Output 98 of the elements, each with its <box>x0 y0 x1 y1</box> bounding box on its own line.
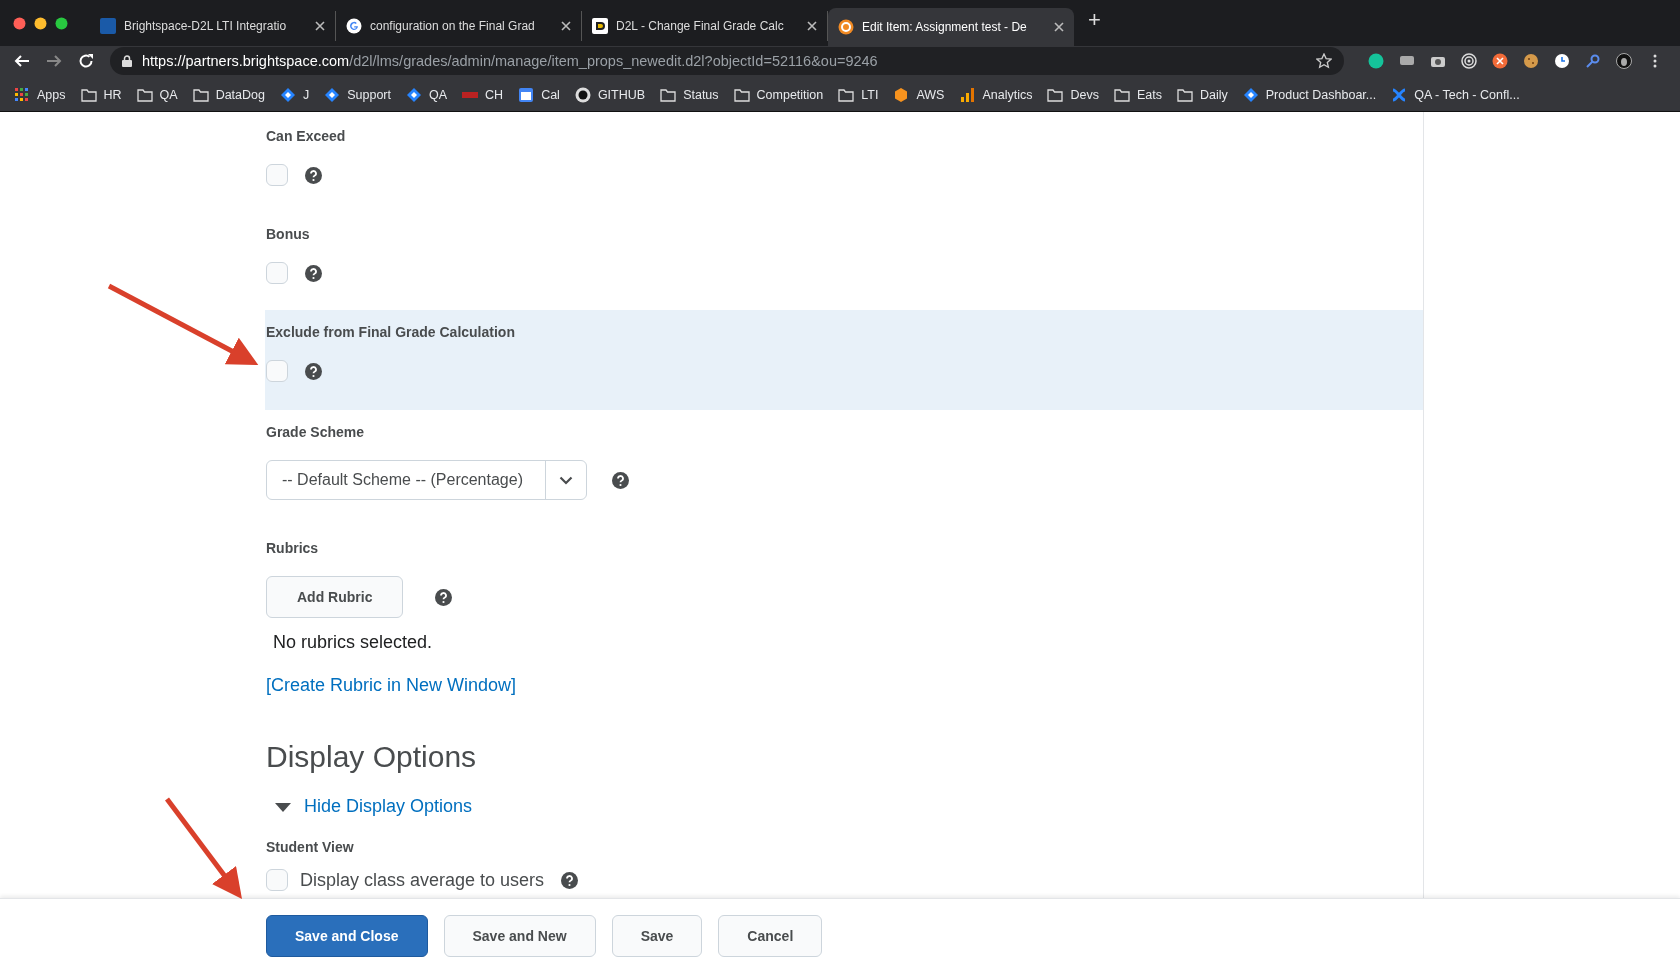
bookmark[interactable]: Daily <box>1176 86 1228 103</box>
dropdown[interactable]: -- Default Scheme -- (Percentage) <box>266 460 587 500</box>
browser-tab[interactable]: D2L - Change Final Grade Calc <box>582 11 828 41</box>
bookmark[interactable]: Apps <box>14 86 66 103</box>
help-icon <box>612 471 629 489</box>
window-control-icon <box>13 16 26 30</box>
help-icon <box>435 588 453 606</box>
diamond-icon <box>406 86 422 103</box>
calendar-icon <box>518 86 535 103</box>
field-label: Exclude from Final Grade Calculation <box>266 324 516 340</box>
checkbox[interactable] <box>266 262 288 284</box>
folder-icon <box>838 86 855 103</box>
close-icon <box>561 21 571 31</box>
tab-title: Brightspace-D2L LTI Integratio <box>124 19 288 33</box>
cube-icon <box>893 86 910 103</box>
browser-tab[interactable]: configuration on the Final Grad <box>336 11 582 41</box>
star-icon <box>1316 53 1332 69</box>
footer-button[interactable]: Save and Close <box>266 915 428 957</box>
bookmark[interactable]: Cal <box>518 86 560 103</box>
browser-tab[interactable]: Brightspace-D2L LTI Integratio <box>90 11 336 41</box>
bookmark[interactable]: Status <box>660 86 719 103</box>
close-icon <box>807 21 817 31</box>
diamond-icon <box>1242 86 1259 103</box>
checkbox[interactable] <box>266 360 288 382</box>
bookmark[interactable]: QA - Tech - Confl... <box>1391 86 1520 103</box>
help-icon <box>305 166 322 184</box>
window-control-icon <box>55 16 68 30</box>
reload-icon <box>78 53 94 69</box>
bookmark[interactable]: Analytics <box>959 86 1033 103</box>
help-icon <box>561 871 579 889</box>
bookmark[interactable]: J <box>279 86 310 103</box>
footer-button[interactable]: Save and New <box>443 915 596 957</box>
close-icon <box>1054 22 1064 32</box>
bookmark[interactable]: CH <box>462 87 504 102</box>
diamond-icon <box>324 86 341 103</box>
square-favicon-icon <box>100 18 116 34</box>
footer-button[interactable]: Cancel <box>718 915 823 957</box>
folder-icon <box>80 86 97 103</box>
tab-title: D2L - Change Final Grade Calc <box>616 19 785 33</box>
bookmark[interactable]: QA <box>136 86 178 103</box>
footer-button[interactable]: Save <box>611 915 703 957</box>
diamond-icon <box>279 86 296 103</box>
browser-tab[interactable]: Edit Item: Assignment test - De <box>828 8 1074 46</box>
toggle-link[interactable]: Hide Display Options <box>274 796 473 817</box>
cookie-icon <box>1523 53 1539 69</box>
ring-favicon-icon <box>838 19 854 35</box>
field-label: Student View <box>266 839 355 855</box>
bookmark[interactable]: Product Dashboar... <box>1242 86 1377 103</box>
lock-icon <box>122 55 132 67</box>
folder-icon <box>733 86 750 103</box>
folder-icon <box>660 86 677 103</box>
bookmark[interactable]: HR <box>80 86 122 103</box>
key-icon <box>1585 53 1601 69</box>
bookmark[interactable]: Eats <box>1113 86 1162 103</box>
folder-icon <box>192 86 209 103</box>
x-circle-icon <box>1492 53 1508 69</box>
field-label: Bonus <box>266 226 311 242</box>
bookmark[interactable]: QA <box>406 86 448 103</box>
grid-icon <box>14 86 30 103</box>
clock-icon <box>1554 53 1570 69</box>
bookmark[interactable]: DataDog <box>192 86 265 103</box>
close-icon <box>315 21 325 31</box>
empty-message: No rubrics selected. <box>273 632 434 653</box>
field-label: Can Exceed <box>266 128 347 144</box>
field-label: Grade Scheme <box>266 424 366 440</box>
address-field[interactable]: https://partners.brightspace.com/d2l/lms/grades/admin/manage/item_props_newedit.d2l?objectId=52116&ou=9246 <box>110 47 1344 75</box>
target-icon <box>1461 53 1477 69</box>
folder-icon <box>1113 86 1130 103</box>
checkbox[interactable] <box>266 164 288 186</box>
url-text: https://partners.brightspace.com/d2l/lms/grades/admin/manage/item_props_newedit.d2l?objectId=52116&ou=9246 <box>142 53 878 69</box>
forward-arrow-icon <box>46 53 62 69</box>
tab-title: Edit Item: Assignment test - De <box>862 20 1028 34</box>
window-control-icon <box>34 16 47 30</box>
x-logo-icon <box>1391 86 1408 103</box>
checkbox[interactable] <box>266 869 288 891</box>
bookmark[interactable]: Support <box>324 86 391 103</box>
bookmark[interactable]: Competition <box>733 86 824 103</box>
create-rubric-link[interactable]: [Create Rubric in New Window] <box>266 675 517 696</box>
chevron-down-icon <box>559 475 573 485</box>
help-icon <box>305 264 322 282</box>
bar-chart-icon <box>959 86 976 103</box>
tab-title: configuration on the Final Grad <box>370 19 536 33</box>
new-tab-button[interactable]: + <box>1074 7 1115 39</box>
bookmark[interactable]: LTI <box>838 86 879 103</box>
section-heading: Display Options <box>266 740 478 774</box>
folder-icon <box>1176 86 1193 103</box>
circle-icon <box>1368 53 1384 69</box>
folder-icon <box>136 86 153 103</box>
add-rubric-button[interactable]: Add Rubric <box>266 576 404 618</box>
checkbox-label: Display class average to users <box>300 869 545 891</box>
bookmark[interactable]: Devs <box>1047 86 1099 103</box>
bookmark[interactable]: GITHUB <box>574 86 646 103</box>
back-arrow-icon <box>14 53 30 69</box>
help-icon <box>305 362 322 380</box>
bookmark[interactable]: AWS <box>893 86 945 103</box>
field-label: Rubrics <box>266 540 320 556</box>
folder-icon <box>1047 86 1064 103</box>
google-g-icon <box>346 18 362 34</box>
